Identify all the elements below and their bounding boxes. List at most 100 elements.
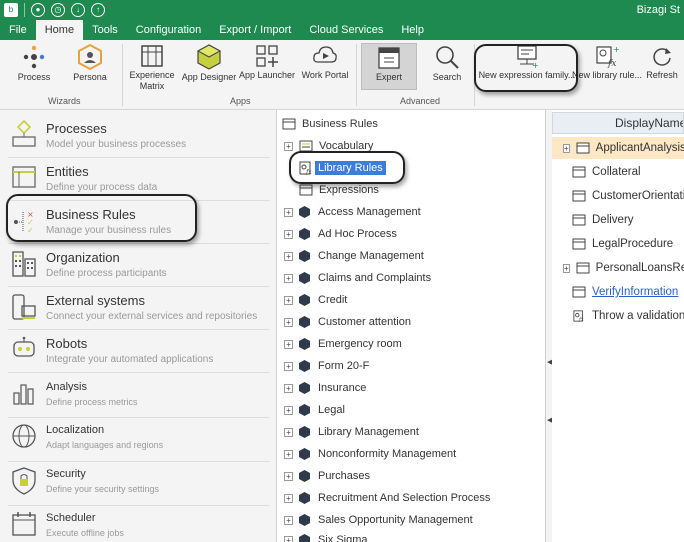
nav-item-security[interactable]: Security Define your security settings bbox=[0, 463, 277, 505]
divider bbox=[8, 417, 270, 418]
tree-node-expressions[interactable]: Expressions bbox=[299, 181, 379, 199]
nav-item-business-rules[interactable]: × ✓ ✓ Business Rules Manage your busines… bbox=[0, 202, 277, 242]
work-portal-label: Work Portal bbox=[301, 70, 349, 80]
work-portal-icon bbox=[313, 46, 337, 63]
new-expression-family-button[interactable]: + New expression family... bbox=[479, 44, 575, 81]
separator bbox=[356, 44, 357, 106]
persona-wizard-button[interactable]: Persona bbox=[70, 44, 110, 83]
bizagi-logo-icon: b bbox=[4, 3, 18, 17]
tree-node-process[interactable]: + Purchases bbox=[284, 467, 370, 485]
tree-node-process[interactable]: + Customer attention bbox=[284, 313, 411, 331]
tree-node-process[interactable]: + Legal bbox=[284, 401, 345, 419]
search-button[interactable]: Search bbox=[425, 44, 469, 83]
nav-subtitle: Execute offline jobs bbox=[46, 528, 124, 538]
new-expression-family-icon: + bbox=[517, 45, 539, 68]
tree-node-process[interactable]: + Ad Hoc Process bbox=[284, 225, 397, 243]
tree-node-process[interactable]: + Form 20-F bbox=[284, 357, 369, 375]
nav-item-external-systems[interactable]: External systems Connect your external s… bbox=[0, 288, 277, 328]
expand-icon[interactable]: + bbox=[284, 427, 293, 437]
nav-item-entities[interactable]: Entities Define your process data bbox=[0, 159, 277, 199]
tree-node-process[interactable]: + Six Sigma bbox=[284, 531, 368, 542]
process-hexagon-icon bbox=[299, 470, 310, 482]
nav-title: Analysis bbox=[46, 381, 87, 393]
refresh-button[interactable]: Refresh bbox=[642, 44, 682, 81]
upload-icon[interactable]: ↑ bbox=[91, 3, 105, 17]
rule-row[interactable]: + ApplicantAnalysis bbox=[552, 137, 684, 159]
expand-icon[interactable]: + bbox=[563, 263, 570, 273]
tree-node-process[interactable]: + Recruitment And Selection Process bbox=[284, 489, 490, 507]
rule-name: Collateral bbox=[592, 166, 641, 178]
nav-item-localization[interactable]: Localization Adapt languages and regions bbox=[0, 419, 277, 461]
nav-item-robots[interactable]: Robots Integrate your automated applicat… bbox=[0, 331, 277, 371]
app-designer-label: App Designer bbox=[181, 72, 237, 82]
business-rules-icon: × ✓ ✓ bbox=[14, 210, 34, 234]
menu-home[interactable]: Home bbox=[35, 20, 84, 40]
expand-icon[interactable]: + bbox=[284, 515, 293, 525]
rule-row[interactable]: Collateral bbox=[552, 161, 684, 183]
process-wizard-button[interactable]: Process bbox=[14, 44, 54, 83]
tree-node-process[interactable]: + Access Management bbox=[284, 203, 421, 221]
tree-node-process[interactable]: + Nonconformity Management bbox=[284, 445, 456, 463]
tree-node-library-rules[interactable]: fx Library Rules bbox=[299, 159, 386, 177]
tree-node-process[interactable]: + Emergency room bbox=[284, 335, 402, 353]
expand-icon[interactable]: + bbox=[284, 405, 293, 415]
expand-icon[interactable]: + bbox=[284, 471, 293, 481]
rule-row[interactable]: + PersonalLoansRequest bbox=[552, 257, 684, 279]
ribbon: Process Persona Wizards Experience Matri… bbox=[0, 40, 684, 110]
expand-icon[interactable]: + bbox=[284, 361, 293, 371]
work-portal-button[interactable]: Work Portal bbox=[300, 44, 350, 81]
expand-icon[interactable]: + bbox=[284, 339, 293, 349]
app-launcher-button[interactable]: App Launcher bbox=[239, 44, 295, 81]
app-designer-button[interactable]: App Designer bbox=[182, 44, 236, 83]
expand-icon[interactable]: + bbox=[563, 143, 570, 153]
rule-name-link[interactable]: VerifyInformation bbox=[592, 286, 678, 298]
nav-item-processes[interactable]: Processes Model your business processes bbox=[0, 116, 277, 156]
tree-node-vocabulary[interactable]: + Vocabulary bbox=[284, 137, 373, 155]
rule-row[interactable]: Delivery bbox=[552, 209, 684, 231]
expand-icon[interactable]: + bbox=[284, 141, 293, 151]
menu-tools[interactable]: Tools bbox=[83, 20, 127, 40]
tree-node-process[interactable]: + Credit bbox=[284, 291, 347, 309]
expand-icon[interactable]: + bbox=[284, 383, 293, 393]
expert-button[interactable]: Expert bbox=[361, 43, 417, 90]
menu-cloud-services[interactable]: Cloud Services bbox=[300, 20, 392, 40]
new-library-rule-button[interactable]: fx + New library rule... bbox=[572, 44, 642, 81]
process-hexagon-icon bbox=[299, 492, 310, 504]
rule-row[interactable]: fx Throw a validation bbox=[552, 305, 684, 327]
rule-row[interactable]: LegalProcedure bbox=[552, 233, 684, 255]
expand-icon[interactable]: + bbox=[284, 251, 293, 261]
menu-help[interactable]: Help bbox=[392, 20, 433, 40]
globe-icon bbox=[12, 424, 36, 448]
expand-icon[interactable]: + bbox=[284, 535, 293, 542]
menu-configuration[interactable]: Configuration bbox=[127, 20, 210, 40]
tree-node-process[interactable]: + Library Management bbox=[284, 423, 419, 441]
rule-icon bbox=[572, 190, 586, 202]
expand-icon[interactable]: + bbox=[284, 229, 293, 239]
rule-row[interactable]: CustomerOrientation bbox=[552, 185, 684, 207]
expand-icon[interactable]: + bbox=[284, 207, 293, 217]
divider bbox=[8, 372, 270, 373]
share-icon[interactable]: ● bbox=[31, 3, 45, 17]
expand-icon[interactable]: + bbox=[284, 295, 293, 305]
menu-export-import[interactable]: Export / Import bbox=[210, 20, 300, 40]
tree-node-process[interactable]: + Change Management bbox=[284, 247, 424, 265]
expand-icon[interactable]: + bbox=[284, 449, 293, 459]
expand-icon[interactable]: + bbox=[284, 317, 293, 327]
nav-item-organization[interactable]: Organization Define process participants bbox=[0, 245, 277, 285]
tree-node-process[interactable]: + Sales Opportunity Management bbox=[284, 511, 473, 529]
tree-node-process[interactable]: + Insurance bbox=[284, 379, 366, 397]
tree-root-business-rules[interactable]: Business Rules bbox=[282, 115, 378, 133]
download-icon[interactable]: ↓ bbox=[71, 3, 85, 17]
expand-icon[interactable]: + bbox=[284, 273, 293, 283]
rule-row[interactable]: VerifyInformation bbox=[552, 281, 684, 303]
menu-file[interactable]: File bbox=[0, 20, 36, 40]
svg-text:fx: fx bbox=[305, 169, 312, 175]
column-header-displayname[interactable]: DisplayName bbox=[552, 112, 684, 134]
persona-icon bbox=[78, 44, 102, 70]
tree-node-process[interactable]: + Claims and Complaints bbox=[284, 269, 431, 287]
nav-item-analysis[interactable]: Analysis Define process metrics bbox=[0, 374, 277, 416]
experience-matrix-button[interactable]: Experience Matrix bbox=[129, 44, 175, 92]
nav-item-scheduler[interactable]: Scheduler Execute offline jobs bbox=[0, 507, 277, 542]
expand-icon[interactable]: + bbox=[284, 493, 293, 503]
history-icon[interactable]: ◷ bbox=[51, 3, 65, 17]
